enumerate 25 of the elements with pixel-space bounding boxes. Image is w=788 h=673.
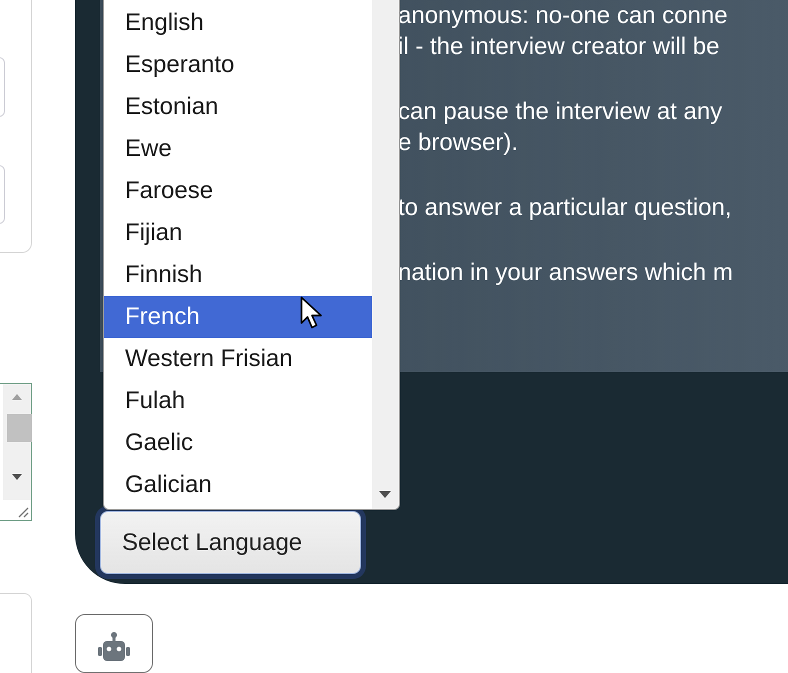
language-option[interactable]: English	[104, 2, 372, 44]
language-option[interactable]: Estonian	[104, 86, 372, 128]
chatbot-button[interactable]	[75, 614, 153, 673]
scroll-down-icon[interactable]	[11, 473, 23, 481]
scrollbar-thumb[interactable]	[7, 414, 32, 442]
info-text: to answer a particular question,	[398, 193, 733, 223]
robot-icon	[97, 631, 131, 662]
language-option[interactable]: Faroese	[104, 170, 372, 212]
scroll-down-icon[interactable]	[378, 490, 392, 499]
language-option[interactable]: French	[104, 296, 372, 338]
info-text: nation in your answers which m	[398, 258, 734, 288]
scrollbar[interactable]	[372, 0, 399, 509]
scrollbar[interactable]	[3, 384, 31, 500]
language-option[interactable]: Western Frisian	[104, 338, 372, 380]
language-option[interactable]: Galician	[104, 464, 372, 506]
info-text: anonymous: no-one can conne	[398, 1, 729, 31]
resize-grip-icon[interactable]	[17, 506, 29, 518]
language-option[interactable]: Fijian	[104, 212, 372, 254]
language-option[interactable]: Ewe	[104, 128, 372, 170]
language-option[interactable]: Esperanto	[104, 44, 372, 86]
info-text: can pause the interview at any	[398, 97, 724, 127]
language-option[interactable]: Fulah	[104, 380, 372, 422]
language-option[interactable]: Gaelic	[104, 422, 372, 464]
scroll-up-icon[interactable]	[11, 393, 23, 401]
language-option[interactable]: Finnish	[104, 254, 372, 296]
